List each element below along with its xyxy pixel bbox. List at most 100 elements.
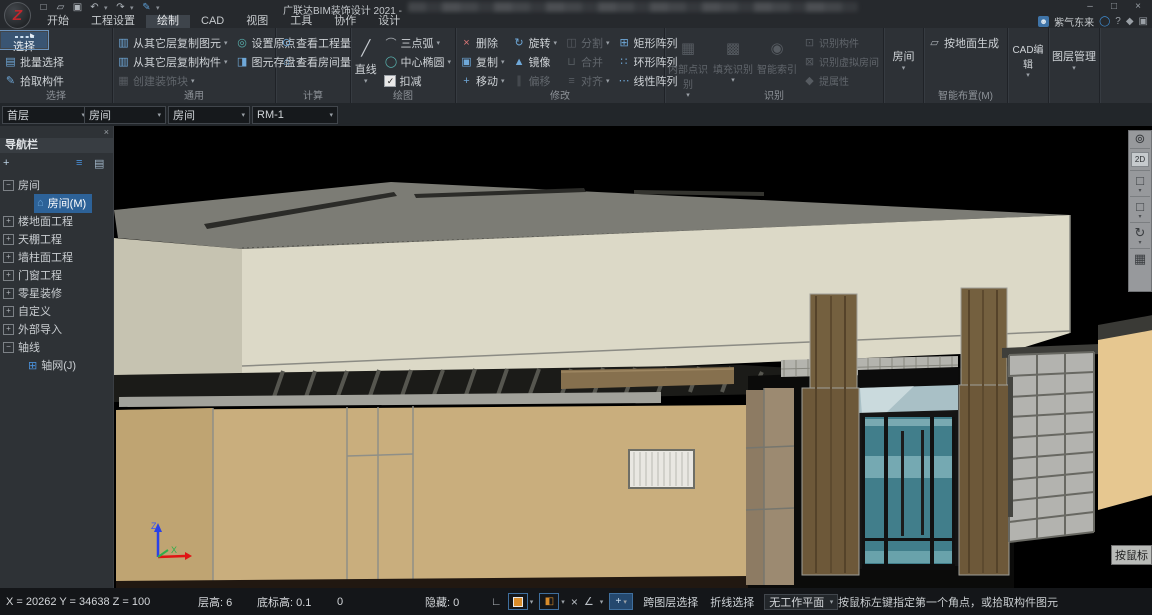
glass-doors xyxy=(862,417,955,564)
room-button[interactable]: 房间▾ xyxy=(884,28,923,92)
view-box2-icon[interactable]: □ xyxy=(1136,199,1144,214)
offset-icon: ∥ xyxy=(513,74,526,87)
view-box-caret-icon[interactable]: ▾ xyxy=(1138,188,1141,194)
cancel-icon[interactable]: × xyxy=(571,595,578,609)
floor-selector[interactable]: 首层▾ xyxy=(2,106,90,124)
rotate-button[interactable]: ↻旋转▾ xyxy=(509,33,562,52)
draw-mode-button[interactable]: +▾ xyxy=(609,593,633,610)
maximize-button[interactable]: □ xyxy=(1102,0,1126,13)
tree-item-axis-grid[interactable]: ⊞轴网(J) xyxy=(0,356,113,374)
tab-design[interactable]: 设计 xyxy=(367,15,411,28)
calculator-icon[interactable]: ▦ xyxy=(1134,251,1146,266)
minimize-button[interactable]: – xyxy=(1078,0,1102,13)
ucs-cube-button[interactable]: ◧ xyxy=(539,593,559,610)
redo-caret-icon[interactable]: ▾ xyxy=(130,4,137,12)
close-button[interactable]: × xyxy=(1126,0,1150,13)
collapse-icon[interactable]: − xyxy=(3,180,14,191)
new-file-icon[interactable]: □ xyxy=(36,2,51,13)
corner-icon[interactable]: ∟ xyxy=(491,596,502,608)
copy-button[interactable]: ▣复制▾ xyxy=(456,52,509,71)
expand-icon[interactable]: + xyxy=(3,306,14,317)
save-icon[interactable]: ▣ xyxy=(70,2,85,13)
view-box-icon[interactable]: □ xyxy=(1136,173,1144,188)
viewport-3d[interactable]: Z X ⊚ 2D □ ▾ □ ▾ ↻ ▾ ▦ 按鼠标 xyxy=(114,126,1152,588)
copy-component-from-layer-icon: ▥ xyxy=(117,55,130,68)
undo-caret-icon[interactable]: ▾ xyxy=(104,4,111,12)
ucs-plane-button[interactable] xyxy=(508,593,528,610)
select-button[interactable]: ▸ 选择 xyxy=(0,31,48,49)
copy-component-from-layer-button[interactable]: ▥从其它层复制构件▾ xyxy=(113,52,232,71)
category-selector[interactable]: 房间▾ xyxy=(84,106,166,124)
tab-start[interactable]: 开始 xyxy=(36,15,80,28)
window-panel-icon[interactable]: ▣ xyxy=(1139,16,1148,27)
view-quantity-button[interactable]: ⊙查看工程量 xyxy=(276,33,355,52)
tree-item-floor-works[interactable]: +楼地面工程 xyxy=(0,212,113,230)
angle-icon[interactable]: ∠ xyxy=(584,595,594,608)
open-file-icon[interactable]: ▱ xyxy=(53,2,68,13)
redo-icon[interactable]: ↷ xyxy=(113,2,128,13)
copy-from-layer-icon: ▥ xyxy=(117,36,130,49)
work-plane-selector[interactable]: 无工作平面▾ xyxy=(764,594,838,610)
refresh-caret-icon[interactable]: ▾ xyxy=(1138,240,1141,246)
layer-manage-button[interactable]: 图层管理▾ xyxy=(1049,28,1099,92)
view-2d-button[interactable]: 2D xyxy=(1131,152,1149,167)
expand-icon[interactable]: + xyxy=(3,252,14,263)
copy-from-layer-button[interactable]: ▥从其它层复制图元▾ xyxy=(113,33,232,52)
view-box2-caret-icon[interactable]: ▾ xyxy=(1138,214,1141,220)
line-button[interactable]: ╱ 直线 ▾ xyxy=(351,33,380,90)
list-view-icon[interactable]: ≡ xyxy=(76,157,82,169)
expand-icon[interactable]: + xyxy=(3,234,14,245)
orbit-icon[interactable]: ⊚ xyxy=(1135,131,1146,146)
tree-item-room-m[interactable]: ⌂房间(M) xyxy=(0,194,113,212)
service-icon[interactable]: ◯ xyxy=(1099,16,1110,27)
customize-caret-icon[interactable]: ▾ xyxy=(156,4,163,12)
delete-icon: × xyxy=(460,37,473,49)
expand-icon[interactable]: + xyxy=(3,216,14,227)
tab-cad[interactable]: CAD xyxy=(190,15,235,28)
skin-icon[interactable]: ◆ xyxy=(1126,16,1134,27)
tree-item-room[interactable]: −房间 xyxy=(0,176,113,194)
group-label-modify: 修改 xyxy=(456,87,664,102)
tab-tools[interactable]: 工具 xyxy=(279,15,323,28)
pan-tool-icon[interactable]: + xyxy=(3,157,9,169)
subcategory-selector[interactable]: 房间▾ xyxy=(168,106,250,124)
tree-item-misc-decoration[interactable]: +零星装修 xyxy=(0,284,113,302)
panel-close-icon[interactable]: × xyxy=(104,127,109,137)
group-label-general: 通用 xyxy=(113,87,275,102)
tab-view[interactable]: 视图 xyxy=(235,15,279,28)
expand-icon[interactable]: + xyxy=(3,324,14,335)
collapse-icon[interactable]: − xyxy=(3,342,14,353)
tree-item-ceiling-works[interactable]: +天棚工程 xyxy=(0,230,113,248)
expand-icon[interactable]: + xyxy=(3,288,14,299)
three-point-arc-button[interactable]: ⌒三点弧▾ xyxy=(380,33,455,52)
tab-project-settings[interactable]: 工程设置 xyxy=(80,15,146,28)
floor-generate-button[interactable]: ▱按地面生成 xyxy=(924,33,1003,52)
expand-icon[interactable]: + xyxy=(3,270,14,281)
building-model[interactable]: Z X xyxy=(114,126,1152,588)
view-room-quantity-button[interactable]: ⌂查看房间量 xyxy=(276,52,355,71)
center-ellipse-button[interactable]: ◯中心椭圆▾ xyxy=(380,52,455,71)
cross-layer-select-button[interactable]: 跨图层选择 xyxy=(637,594,704,610)
delete-button[interactable]: ×删除 xyxy=(456,33,509,52)
cad-edit-button[interactable]: CAD编辑▾ xyxy=(1008,28,1048,92)
tree-item-custom[interactable]: +自定义 xyxy=(0,302,113,320)
app-logo[interactable]: Z xyxy=(4,2,31,29)
type-selector[interactable]: RM-1▾ xyxy=(252,106,338,124)
help-icon[interactable]: ? xyxy=(1115,16,1121,27)
polyline-select-button[interactable]: 折线选择 xyxy=(704,594,760,610)
refresh-view-icon[interactable]: ↻ xyxy=(1135,225,1146,240)
user-avatar[interactable]: ☻ xyxy=(1038,16,1049,27)
tree-item-external-import[interactable]: +外部导入 xyxy=(0,320,113,338)
mirror-button[interactable]: ▲镜像 xyxy=(509,52,562,71)
undo-icon[interactable]: ↶ xyxy=(87,2,102,13)
batch-select-button[interactable]: ▤批量选择 xyxy=(0,52,68,71)
tab-draw[interactable]: 绘制 xyxy=(146,15,190,28)
navigation-panel: × 导航栏 + ≡ ▤ −房间 ⌂房间(M) +楼地面工程 +天棚工程 +墙柱面… xyxy=(0,126,114,588)
tree-item-door-window-works[interactable]: +门窗工程 xyxy=(0,266,113,284)
tab-collaborate[interactable]: 协作 xyxy=(323,15,367,28)
tree-item-axis[interactable]: −轴线 xyxy=(0,338,113,356)
tree-item-wall-column-works[interactable]: +墙柱面工程 xyxy=(0,248,113,266)
panel-view-icon[interactable]: ▤ xyxy=(94,157,104,170)
user-name[interactable]: 紫气东来 xyxy=(1054,14,1094,29)
brush-icon[interactable]: ✎ xyxy=(139,2,154,13)
